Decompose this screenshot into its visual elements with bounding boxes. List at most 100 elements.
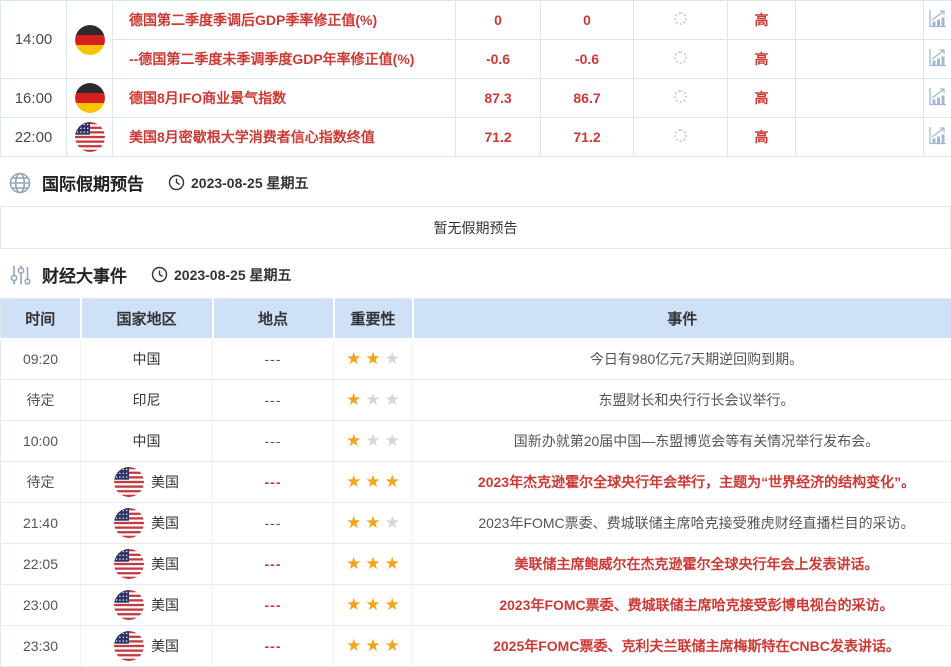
event-country-cell: 美国 [81, 544, 213, 585]
star-filled-icon: ★ [385, 554, 400, 573]
star-filled-icon: ★ [346, 595, 361, 614]
events-col-header-1: 国家地区 [81, 299, 213, 339]
event-importance-cell: ★★★ [334, 626, 413, 667]
value-1-cell: 87.3 [456, 79, 541, 118]
event-importance-cell: ★★★ [334, 544, 413, 585]
star-filled-icon: ★ [346, 390, 361, 409]
holiday-date-text: 2023-08-25 星期五 [191, 173, 309, 193]
event-row: 09:20中国---★★★今日有980亿元7天期逆回购到期。 [1, 339, 951, 380]
holiday-empty-text: 暂无假期预告 [434, 218, 518, 238]
value-1-cell: 0 [456, 1, 541, 40]
event-importance-cell: ★★★ [334, 462, 413, 503]
chart-cell[interactable] [924, 79, 951, 118]
bar-chart-icon[interactable] [927, 125, 948, 146]
event-text-cell[interactable]: 2025年FOMC票委、克利夫兰联储主席梅斯特在CNBC发表讲话。 [413, 626, 951, 667]
star-filled-icon: ★ [346, 554, 361, 573]
clock-icon [151, 266, 168, 283]
event-country-cell: 美国 [81, 626, 213, 667]
holiday-empty-box: 暂无假期预告 [0, 206, 951, 249]
bar-chart-icon[interactable] [927, 8, 948, 29]
empty-cell [796, 118, 924, 157]
event-country-cell: 美国 [81, 462, 213, 503]
star-filled-icon: ★ [385, 636, 400, 655]
star-empty-icon: ★ [365, 431, 380, 450]
event-importance-cell: ★★★ [334, 585, 413, 626]
flag-cell [67, 79, 113, 118]
event-importance-cell: ★★★ [334, 339, 413, 380]
events-col-header-3: 重要性 [334, 299, 413, 339]
star-empty-icon: ★ [385, 349, 400, 368]
event-time-cell: 22:05 [1, 544, 81, 585]
usa-flag-icon [114, 631, 144, 661]
star-filled-icon: ★ [365, 636, 380, 655]
time-cell: 22:00 [1, 118, 67, 157]
country-name: 美国 [151, 636, 179, 656]
indicator-name-link[interactable]: 德国第二季度季调后GDP季率修正值(%) [113, 1, 456, 40]
indicator-name-link[interactable]: --德国第二季度未季调季度GDP年率修正值(%) [113, 40, 456, 79]
star-empty-icon: ★ [385, 390, 400, 409]
flag-cell [67, 1, 113, 79]
events-section-date: 2023-08-25 星期五 [151, 265, 292, 285]
event-text-cell: 东盟财长和央行行长会议举行。 [413, 380, 951, 421]
eco-row: --德国第二季度未季调季度GDP年率修正值(%)-0.6-0.6高 [1, 40, 951, 79]
eco-row: 22:00美国8月密歇根大学消费者信心指数终值71.271.2高 [1, 118, 951, 157]
time-cell: 14:00 [1, 1, 67, 79]
events-date-text: 2023-08-25 星期五 [174, 265, 292, 285]
event-text-cell: 国新办就第20届中国—东盟博览会等有关情况举行发布会。 [413, 421, 951, 462]
event-time-cell: 待定 [1, 462, 81, 503]
usa-flag-icon [75, 122, 105, 152]
event-text-cell[interactable]: 2023年杰克逊霍尔全球央行年会举行，主题为“世界经济的结构变化”。 [413, 462, 951, 503]
event-country-cell: 中国 [81, 339, 213, 380]
event-importance-cell: ★★★ [334, 380, 413, 421]
eco-row: 14:00 德国第二季度季调后GDP季率修正值(%)00高 [1, 1, 951, 40]
chart-cell[interactable] [924, 118, 951, 157]
events-section-header: 财经大事件 2023-08-25 星期五 [0, 249, 951, 298]
spinner-icon [674, 129, 687, 142]
bar-chart-icon[interactable] [927, 86, 948, 107]
event-text-cell: 今日有980亿元7天期逆回购到期。 [413, 339, 951, 380]
country-name: 美国 [151, 595, 179, 615]
usa-flag-icon [114, 549, 144, 579]
events-header-row: 时间国家地区地点重要性事件 [1, 299, 951, 339]
event-text-cell[interactable]: 2023年FOMC票委、费城联储主席哈克接受彭博电视台的采访。 [413, 585, 951, 626]
event-location-cell: --- [213, 585, 334, 626]
event-row: 23:30美国---★★★2025年FOMC票委、克利夫兰联储主席梅斯特在CNB… [1, 626, 951, 667]
star-filled-icon: ★ [346, 472, 361, 491]
loading-cell [634, 1, 728, 40]
event-country-cell: 美国 [81, 585, 213, 626]
event-row: 22:05美国---★★★美联储主席鲍威尔在杰克逊霍尔全球央行年会上发表讲话。 [1, 544, 951, 585]
germany-flag-icon [75, 25, 105, 55]
star-filled-icon: ★ [346, 636, 361, 655]
star-filled-icon: ★ [346, 513, 361, 532]
importance-cell: 高 [728, 118, 796, 157]
financial-events-table: 时间国家地区地点重要性事件 09:20中国---★★★今日有980亿元7天期逆回… [0, 298, 951, 667]
star-empty-icon: ★ [385, 513, 400, 532]
globe-icon [8, 171, 32, 195]
chart-cell[interactable] [924, 40, 951, 79]
event-row: 待定印尼---★★★东盟财长和央行行长会议举行。 [1, 380, 951, 421]
empty-cell [796, 40, 924, 79]
event-time-cell: 10:00 [1, 421, 81, 462]
event-text-cell[interactable]: 美联储主席鲍威尔在杰克逊霍尔全球央行年会上发表讲话。 [413, 544, 951, 585]
value-2-cell: 71.2 [541, 118, 634, 157]
star-filled-icon: ★ [365, 349, 380, 368]
spinner-icon [674, 90, 687, 103]
star-filled-icon: ★ [365, 554, 380, 573]
event-time-cell: 23:00 [1, 585, 81, 626]
country-name: 美国 [151, 554, 179, 574]
event-country-cell: 美国 [81, 503, 213, 544]
chart-cell[interactable] [924, 1, 951, 40]
star-empty-icon: ★ [385, 431, 400, 450]
event-location-cell: --- [213, 503, 334, 544]
holiday-section-date: 2023-08-25 星期五 [168, 173, 309, 193]
indicator-name-link[interactable]: 德国8月IFO商业景气指数 [113, 79, 456, 118]
usa-flag-icon [114, 508, 144, 538]
empty-cell [796, 1, 924, 40]
value-2-cell: -0.6 [541, 40, 634, 79]
bar-chart-icon[interactable] [927, 47, 948, 68]
spinner-icon [674, 12, 687, 25]
indicator-name-link[interactable]: 美国8月密歇根大学消费者信心指数终值 [113, 118, 456, 157]
events-col-header-2: 地点 [213, 299, 334, 339]
event-location-cell: --- [213, 626, 334, 667]
event-importance-cell: ★★★ [334, 421, 413, 462]
